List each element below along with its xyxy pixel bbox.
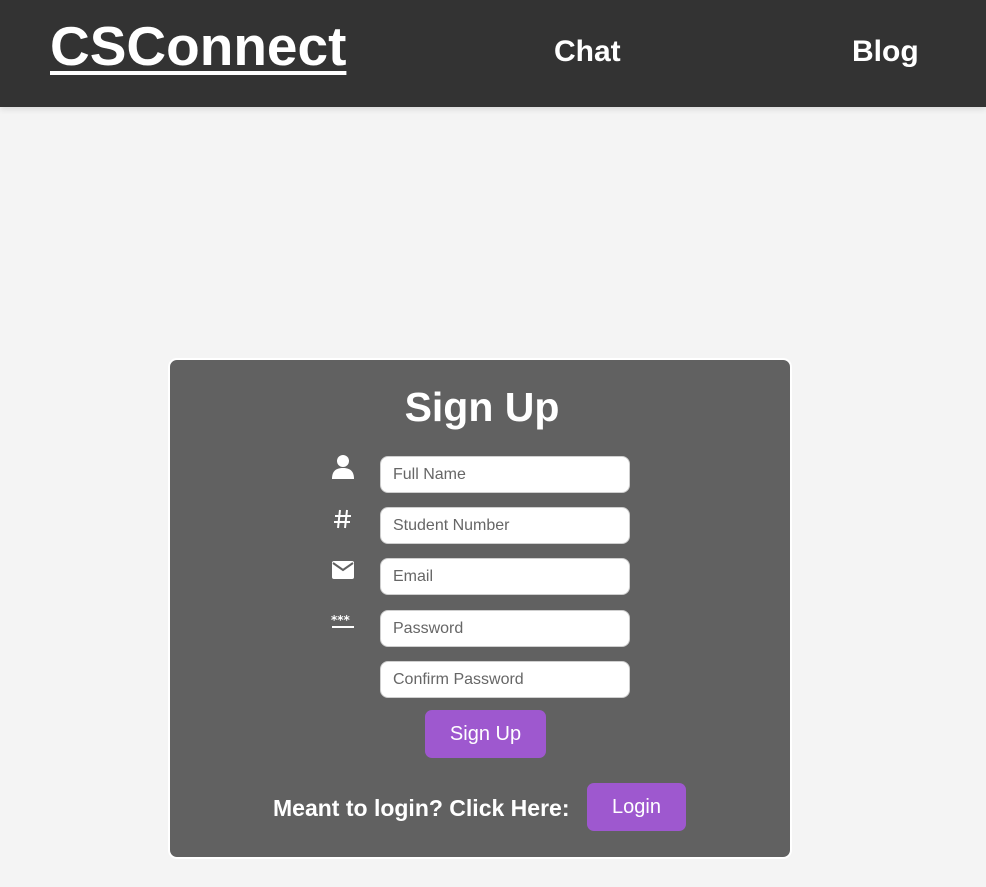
password-input[interactable] [380, 610, 630, 647]
confirm-password-input[interactable] [380, 661, 630, 698]
navbar: CSConnect Chat Blog [0, 0, 986, 107]
full-name-input[interactable] [380, 456, 630, 493]
envelope-icon [330, 557, 356, 583]
login-button[interactable]: Login [587, 783, 686, 831]
svg-text:***: *** [331, 614, 351, 627]
student-number-input[interactable] [380, 507, 630, 544]
password-icon: *** [330, 609, 356, 635]
hash-icon [330, 506, 356, 532]
email-input[interactable] [380, 558, 630, 595]
login-prompt: Meant to login? Click Here: [273, 795, 570, 821]
signup-title: Sign Up [404, 384, 560, 430]
nav-link-chat[interactable]: Chat [554, 33, 621, 71]
user-icon [330, 454, 356, 480]
signup-button[interactable]: Sign Up [425, 710, 546, 758]
brand-logo-link[interactable]: CSConnect [50, 14, 346, 78]
signup-card: Sign Up *** Sign Up Meant [168, 358, 792, 859]
nav-link-blog[interactable]: Blog [852, 33, 919, 71]
